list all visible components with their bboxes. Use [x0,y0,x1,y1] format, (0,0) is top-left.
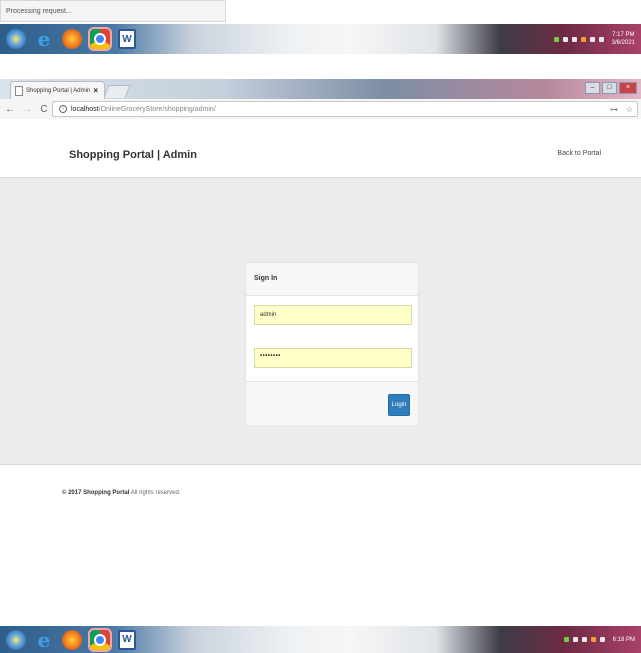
taskbar-top: e W 7:17 PM 3/6/2021 [0,24,641,54]
tab-title: Shopping Portal | Admin [26,87,91,94]
close-window-button[interactable]: × [619,82,637,94]
url-host: localhost [71,105,99,113]
tray-icon[interactable] [581,637,587,642]
internet-explorer-icon[interactable]: e [34,27,54,51]
key-icon[interactable]: ⊶ [610,105,618,114]
window-controls: – □ × [585,82,637,94]
username-input[interactable]: admin [254,305,412,325]
tab-close-icon[interactable]: × [93,86,98,95]
page-icon [15,85,23,96]
browser-toolbar: ← → C i localhost /OnlineGroceryStore/sh… [0,99,641,120]
clock[interactable]: 7:17 PM 3/6/2021 [612,31,635,47]
tray-icon[interactable] [562,36,568,42]
signin-title: Sign In [246,263,418,296]
start-button-icon[interactable] [6,629,26,650]
system-tray: 6:18 PM [563,626,635,653]
clock-time: 7:17 PM [612,32,635,38]
minimize-button[interactable]: – [585,82,600,94]
signin-card: Sign In admin •••••••• Login [245,262,419,425]
tray-icon[interactable] [563,637,569,642]
clock[interactable]: 6:18 PM [613,636,635,644]
status-tooltip: Processing request... [0,0,226,22]
brand-title[interactable]: Shopping Portal | Admin [69,149,197,161]
tray-icon[interactable] [572,637,578,642]
new-tab-button[interactable] [103,85,131,98]
clock-date: 3/6/2021 [611,40,635,46]
word-icon[interactable]: W [118,629,136,650]
browser-tab[interactable]: Shopping Portal | Admin × [10,81,105,99]
maximize-button[interactable]: □ [602,82,617,94]
tray-icon[interactable] [589,36,595,42]
url-path: /OnlineGroceryStore/shopping/admin/ [98,105,216,113]
start-button-icon[interactable] [6,29,26,49]
browser-tabstrip: Shopping Portal | Admin × – □ × [0,79,641,99]
site-header: Shopping Portal | Admin Back to Portal [0,119,641,178]
tray-icon[interactable] [571,36,577,42]
reload-icon[interactable]: C [37,104,51,115]
system-tray: 7:17 PM 3/6/2021 [553,24,635,54]
volume-icon[interactable] [599,637,605,642]
password-input[interactable]: •••••••• [254,348,412,368]
address-bar[interactable]: i localhost /OnlineGroceryStore/shopping… [52,101,638,117]
copyright-text: All rights reserved. [129,490,181,496]
back-to-portal-link[interactable]: Back to Portal [557,150,601,157]
word-icon[interactable]: W [118,29,136,49]
chrome-icon[interactable] [88,627,112,652]
tray-icon[interactable] [553,36,559,42]
copyright-footer: © 2017 Shopping Portal All rights reserv… [62,490,180,496]
tray-icon[interactable] [590,637,596,642]
back-arrow-icon[interactable]: ← [3,104,17,115]
tray-icon[interactable] [580,36,586,42]
signin-footer: Login [246,381,418,425]
firefox-icon[interactable] [62,29,82,49]
copyright-brand: © 2017 Shopping Portal [62,490,130,496]
forward-arrow-icon[interactable]: → [20,104,34,115]
firefox-icon[interactable] [62,629,82,650]
login-button[interactable]: Login [388,394,410,416]
taskbar-bottom: e W 6:18 PM [0,626,641,653]
info-icon[interactable]: i [59,105,67,113]
internet-explorer-icon[interactable]: e [34,628,54,652]
clock-time: 6:18 PM [612,636,635,643]
volume-icon[interactable] [598,36,604,42]
chrome-icon[interactable] [88,27,112,51]
bookmark-star-icon[interactable]: ☆ [626,105,633,114]
